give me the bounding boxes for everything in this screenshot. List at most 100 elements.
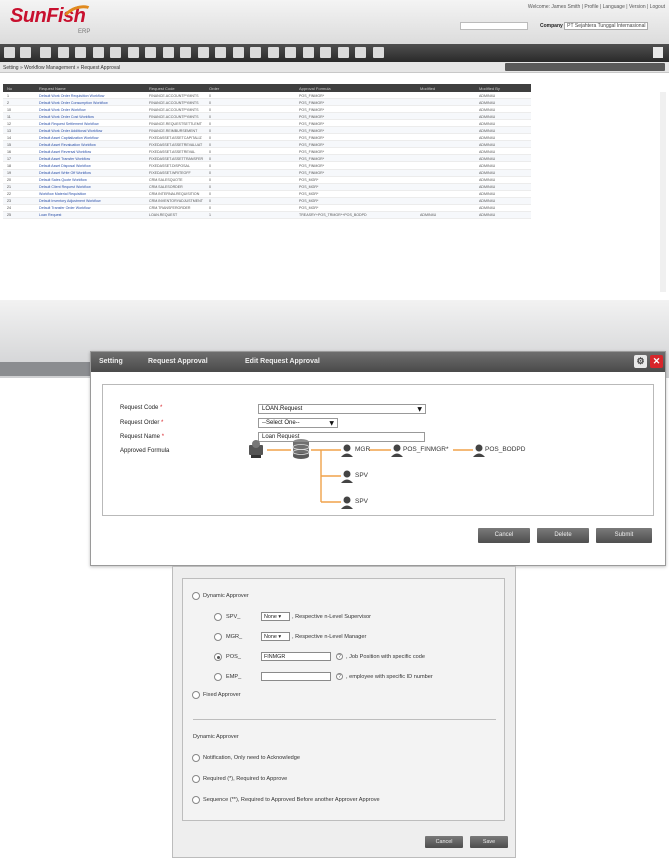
module-shortcut-icon[interactable] [355,47,366,58]
table-row[interactable]: 24 Default Transfer Order Workflow CRM.TRA… [3,205,531,212]
module-shortcut-icon[interactable] [285,47,296,58]
settings-icon[interactable]: ⚙ [634,355,647,368]
col-formula[interactable]: Approval Formula [299,86,331,91]
sequence-radio[interactable] [192,796,200,804]
module-shortcut-icon[interactable] [162,47,174,58]
col-request-name[interactable]: Request Name [39,86,66,91]
module-shortcut-icon[interactable] [372,47,384,58]
module-shortcut-icon[interactable] [145,47,156,58]
emp-radio[interactable] [214,673,222,681]
approver-spv-icon[interactable] [341,470,353,484]
company-select[interactable]: PT Sejahtera Tunggal Internasional [564,22,649,30]
cell-request-name[interactable]: Workflow Material Requisition [39,192,86,196]
breadcrumb-text[interactable]: Setting » Workflow Management » Request … [3,65,120,71]
cell-request-name[interactable]: Default Asset Write Off Workflow [39,171,91,175]
module-shortcut-icon[interactable] [92,47,104,58]
mgr-radio[interactable] [214,633,222,641]
col-request-code[interactable]: Request Code [149,86,175,91]
cell-request-name[interactable]: Default Asset Capitalization Workflow [39,136,98,140]
approver-finmgr-icon[interactable] [391,444,403,458]
cell-request-name[interactable]: Default Work Order Consumption Workflow [39,101,108,105]
table-row[interactable]: 15 Default Asset Revaluation Workflow FIXE… [3,141,531,149]
start-node-icon[interactable] [249,440,263,458]
table-row[interactable]: 18 Default Asset Disposal Workflow FIXEDAS… [3,162,531,170]
table-row[interactable]: 2 Default Work Order Consumption Workflow… [3,99,531,107]
cell-request-name[interactable]: Default Client Request Workflow [39,185,91,189]
module-shortcut-icon[interactable] [127,47,139,58]
col-modified[interactable]: Modified [420,86,435,91]
grid-icon[interactable] [20,47,31,58]
spv-radio[interactable] [214,613,222,621]
cell-request-name[interactable]: Default Asset Revaluation Workflow [39,143,96,147]
approver-cancel-button[interactable]: Cancel [425,836,463,848]
dialog-crumb-request-approval[interactable]: Request Approval [148,358,208,365]
module-shortcut-icon[interactable] [267,47,279,58]
emp-help-icon[interactable]: ? [336,673,343,680]
home-icon[interactable] [4,47,15,58]
module-shortcut-icon[interactable] [232,47,244,58]
col-no[interactable]: No [7,86,12,91]
table-row[interactable]: 13 Default Work Order Additional Workflow… [3,127,531,135]
spv-level-select[interactable]: None ▾ [261,612,290,621]
delete-button[interactable]: Delete [537,528,589,543]
cell-request-name[interactable]: Default Request Settlement Workflow [39,122,99,126]
module-shortcut-icon[interactable] [75,47,86,58]
col-modified-by[interactable]: Modified By [479,86,500,91]
cell-request-name[interactable]: Default Work Order Additional Workflow [39,129,102,133]
table-row[interactable]: 17 Default Asset Transfer Workflow FIXEDAS… [3,155,531,163]
approver-bodpd-icon[interactable] [473,444,485,458]
table-row[interactable]: 16 Default Asset Reversal Workflow FIXEDAS… [3,148,531,156]
module-shortcut-icon[interactable] [320,47,331,58]
table-row[interactable]: 11 Default Work Order Cost Workflow FINANC… [3,113,531,121]
panel-toggle-icon[interactable] [653,47,663,58]
dialog-crumb-setting[interactable]: Setting [99,358,123,365]
table-row[interactable]: 20 Default Sales Quote Workflow CRM.SALESQ… [3,177,531,184]
grid-tools[interactable] [505,63,665,71]
table-row[interactable]: 14 Default Asset Capitalization Workflow F… [3,134,531,142]
module-shortcut-icon[interactable] [197,47,209,58]
pos-help-icon[interactable]: ? [336,653,343,660]
emp-id-input[interactable] [261,672,331,681]
cell-request-name[interactable]: Loan Request [39,213,61,217]
table-row[interactable]: 21 Default Client Request Workflow CRM.SAL… [3,183,531,191]
cell-request-name[interactable]: Default Sales Quote Workflow [39,178,87,182]
pos-code-input[interactable]: FINMGR [261,652,331,661]
module-shortcut-icon[interactable] [302,47,314,58]
table-row[interactable]: 23 Default Inventory Adjustment Workflow C… [3,197,531,205]
module-shortcut-icon[interactable] [337,47,349,58]
table-row[interactable]: 1 Default Work Order Requisition Workflow… [3,92,531,100]
cell-request-name[interactable]: Default Inventory Adjustment Workflow [39,199,101,203]
cell-request-name[interactable]: Default Work Order Workflow [39,108,86,112]
grid-scrollbar[interactable] [660,92,666,292]
module-shortcut-icon[interactable] [180,47,191,58]
table-row[interactable]: 19 Default Asset Write Off Workflow FIXEDA… [3,169,531,177]
request-code-select[interactable]: LOAN.Request ▼ [258,404,426,414]
module-shortcut-icon[interactable] [215,47,226,58]
submit-button[interactable]: Submit [596,528,652,543]
col-order[interactable]: Order [209,86,219,91]
dynamic-approver-radio[interactable] [192,592,200,600]
close-icon[interactable]: ✕ [650,355,663,368]
required-radio[interactable] [192,775,200,783]
cell-request-name[interactable]: Default Work Order Cost Workflow [39,115,94,119]
table-row[interactable]: 10 Default Work Order Workflow FINANCE.ACC… [3,106,531,114]
approver-spv-second-icon[interactable] [341,496,353,510]
company-selector[interactable]: Company PT Sejahtera Tunggal Internasion… [540,22,649,30]
cancel-button[interactable]: Cancel [478,528,530,543]
table-row[interactable]: 12 Default Request Settlement Workflow FIN… [3,120,531,128]
approver-save-button[interactable]: Save [470,836,508,848]
pos-radio[interactable] [214,653,222,661]
table-row[interactable]: 22 Workflow Material Requisition CRM.INTER… [3,191,531,198]
cell-request-name[interactable]: Default Work Order Requisition Workflow [39,94,104,98]
module-shortcut-icon[interactable] [250,47,261,58]
welcome-links[interactable]: Welcome: James Smith | Profile | Languag… [528,4,665,10]
module-shortcut-icon[interactable] [57,47,69,58]
database-node-icon[interactable] [292,439,310,459]
table-row[interactable]: 25 Loan Request LOAN.REQUEST 1 TREASRY+POS_T… [3,211,531,219]
notification-radio[interactable] [192,754,200,762]
mgr-level-select[interactable]: None ▾ [261,632,290,641]
module-shortcut-icon[interactable] [40,47,51,58]
global-search-input[interactable] [460,22,528,30]
cell-request-name[interactable]: Default Asset Reversal Workflow [39,150,91,154]
cell-request-name[interactable]: Default Asset Transfer Workflow [39,157,90,161]
